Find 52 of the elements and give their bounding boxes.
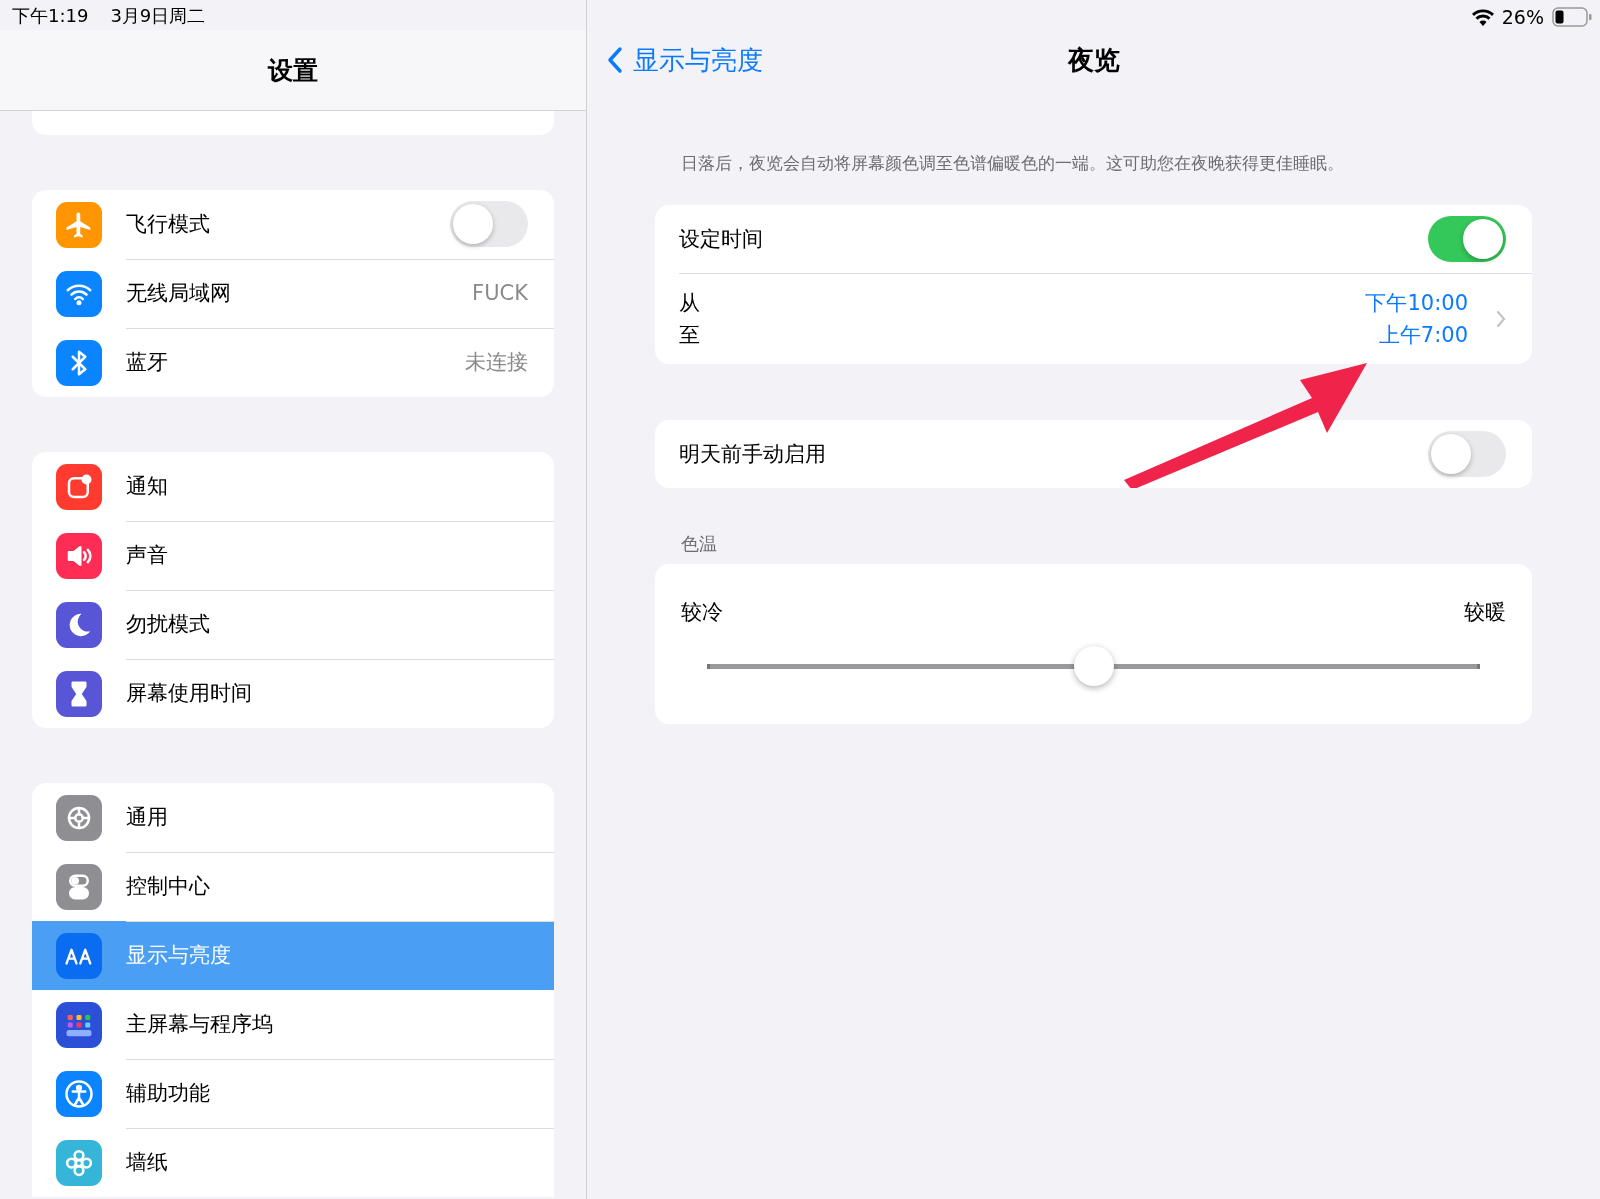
sidebar-item-label: 墙纸: [126, 1149, 168, 1176]
manual-enable-label: 明天前手动启用: [679, 441, 826, 468]
toggle-switch[interactable]: [1428, 431, 1506, 477]
sidebar-item[interactable]: 声音: [32, 521, 554, 590]
chevron-right-icon: [1496, 310, 1506, 328]
sidebar-item[interactable]: 控制中心: [32, 852, 554, 921]
sidebar-item-label: 通用: [126, 804, 168, 831]
sidebar-item[interactable]: 无线局域网 FUCK: [32, 259, 554, 328]
toggle-switch[interactable]: [450, 201, 528, 247]
slider-thumb[interactable]: [1073, 646, 1114, 686]
sidebar-item[interactable]: 辅助功能: [32, 1059, 554, 1128]
toggle-switch[interactable]: [1428, 216, 1506, 262]
to-time: 上午7:00: [1378, 322, 1468, 349]
sidebar-item-label: 蓝牙: [126, 349, 168, 376]
schedule-time-row[interactable]: 从 至 下午10:00 上午7:00: [679, 273, 1532, 364]
cooler-label: 较冷: [681, 599, 723, 626]
sidebar-item[interactable]: 通用: [32, 783, 554, 852]
sidebar-item-label: 无线局域网: [126, 280, 231, 307]
sidebar-item[interactable]: 飞行模式: [32, 190, 554, 259]
sidebar-item-value: FUCK: [472, 281, 528, 305]
sidebar-item-label: 声音: [126, 542, 168, 569]
sidebar-item-label: 控制中心: [126, 873, 210, 900]
description-text: 日落后，夜览会自动将屏幕颜色调至色谱偏暖色的一端。这可助您在夜晚获得更佳睡眠。: [681, 152, 1345, 175]
sidebar-title: 设置: [268, 54, 318, 87]
sidebar-item[interactable]: 墙纸: [32, 1128, 554, 1197]
sidebar-item[interactable]: 屏幕使用时间: [32, 659, 554, 728]
sidebar-item-label: 显示与亮度: [126, 942, 231, 969]
schedule-label: 设定时间: [679, 226, 763, 253]
page-title: 夜览: [1067, 43, 1120, 77]
warmer-label: 较暖: [1464, 599, 1506, 626]
section-header: 色温: [681, 532, 718, 556]
wifi-icon: [1471, 8, 1494, 26]
sidebar-item-label: 通知: [126, 473, 168, 500]
status-time: 下午1:19: [12, 4, 89, 28]
status-date: 3月9日周二: [110, 4, 206, 28]
sidebar-item-label: 飞行模式: [126, 211, 210, 238]
sidebar-item-label: 辅助功能: [126, 1080, 210, 1107]
sidebar-item[interactable]: 通知: [32, 452, 554, 521]
sidebar-item-label: 屏幕使用时间: [126, 680, 252, 707]
sidebar-item-label: 勿扰模式: [126, 611, 210, 638]
battery-icon: [1552, 7, 1592, 27]
from-label: 从: [679, 290, 700, 317]
back-chevron-icon: [607, 46, 623, 74]
to-label: 至: [679, 322, 700, 349]
back-button[interactable]: 显示与亮度: [607, 42, 763, 78]
sidebar-item[interactable]: 勿扰模式: [32, 590, 554, 659]
sidebar-item-value: 未连接: [465, 349, 528, 376]
sidebar-item[interactable]: 主屏幕与程序坞: [32, 990, 554, 1059]
from-time: 下午10:00: [1365, 290, 1468, 317]
sidebar-item-label: 主屏幕与程序坞: [126, 1011, 273, 1038]
sidebar-item[interactable]: 蓝牙 未连接: [32, 328, 554, 397]
battery-percentage: 26%: [1501, 6, 1544, 28]
